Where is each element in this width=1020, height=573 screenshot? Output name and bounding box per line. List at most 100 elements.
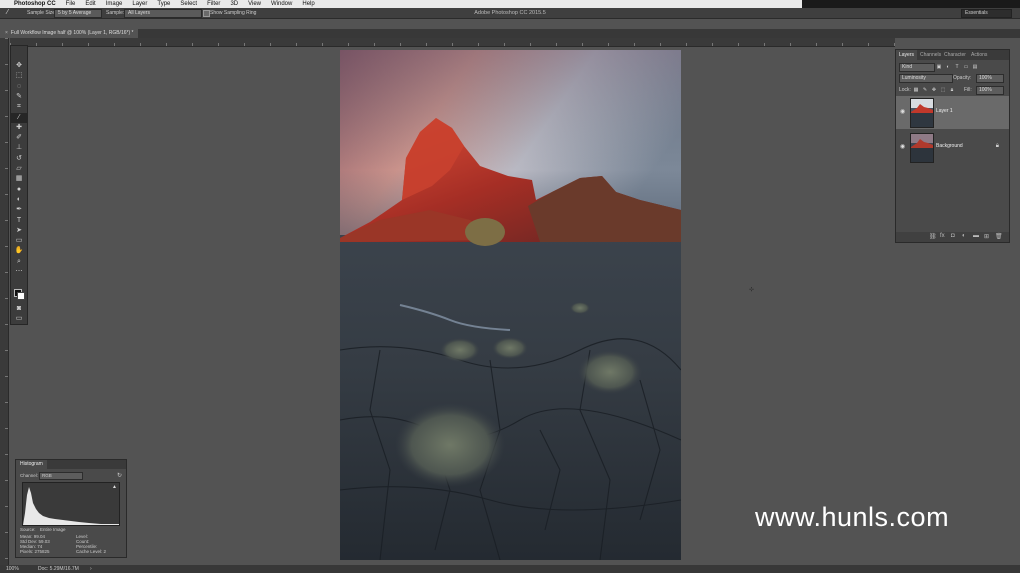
quick-mask-icon[interactable]: ◙: [11, 304, 27, 314]
menu-select[interactable]: Select: [180, 1, 197, 7]
document-tab-label: Full Workflow Image half @ 100% (Layer 1…: [10, 30, 134, 36]
sample-size-label: Sample Size:: [27, 10, 57, 16]
show-sampling-ring-checkbox[interactable]: [203, 10, 210, 17]
document-tab[interactable]: × Full Workflow Image half @ 100% (Layer …: [0, 29, 139, 38]
layer-row-layer-1[interactable]: ◉ Layer 1: [896, 96, 1009, 129]
layer-row-background[interactable]: ◉ Background 🔒︎: [896, 131, 1009, 164]
zoom-tool[interactable]: ⌕: [11, 257, 27, 267]
filter-smart-object-icon[interactable]: ▤: [972, 64, 978, 70]
menu-type[interactable]: Type: [157, 1, 170, 7]
menu-edit[interactable]: Edit: [85, 1, 95, 7]
blend-mode-select[interactable]: Luminosity: [899, 74, 953, 83]
tab-layers[interactable]: Layers: [896, 50, 918, 60]
new-layer-icon[interactable]: ⊞: [984, 233, 989, 240]
gradient-tool[interactable]: ▦: [11, 174, 27, 184]
layer-filter-kind-select[interactable]: Kind: [899, 63, 935, 72]
layer-thumbnail: [910, 98, 934, 128]
document-size[interactable]: Doc: 5.29M/16.7M: [38, 565, 79, 573]
history-brush-tool[interactable]: ↺: [11, 154, 27, 164]
close-tab-icon[interactable]: ×: [5, 29, 8, 38]
menu-view[interactable]: View: [248, 1, 261, 7]
menu-image[interactable]: Image: [106, 1, 123, 7]
channel-select[interactable]: RGB: [39, 472, 83, 480]
hand-tool[interactable]: ✋: [11, 246, 27, 256]
menu-app[interactable]: Photoshop CC: [14, 1, 56, 7]
link-layers-icon[interactable]: ⛓: [929, 233, 937, 240]
visibility-eye-icon[interactable]: ◉: [900, 143, 905, 150]
menu-window[interactable]: Window: [271, 1, 292, 7]
shape-tool[interactable]: ▭: [11, 236, 27, 246]
histogram-stats-left: Mean: 99.04 Std Dev: 59.03 Median: 74 Pi…: [20, 534, 50, 554]
lock-all-icon[interactable]: 🔒︎: [949, 87, 955, 93]
workspace-switcher[interactable]: Essentials: [961, 9, 1012, 18]
dodge-tool[interactable]: ◐: [11, 195, 27, 205]
filter-adjustment-icon[interactable]: ◐: [945, 64, 951, 70]
layer-name[interactable]: Background: [936, 143, 963, 149]
delete-layer-icon[interactable]: 🗑︎: [995, 233, 1003, 240]
layers-panel: Layers Channels Character Actions Kind ▣…: [895, 49, 1010, 243]
lasso-tool[interactable]: ◌: [11, 82, 27, 92]
histogram-tab[interactable]: Histogram: [16, 460, 47, 469]
healing-tool[interactable]: ✚: [11, 123, 27, 133]
opacity-input[interactable]: 100%: [976, 74, 1004, 83]
lock-pixels-icon[interactable]: ✎: [922, 87, 928, 93]
path-select-tool[interactable]: ➤: [11, 226, 27, 236]
filter-type-icon[interactable]: T: [954, 64, 960, 70]
filter-shape-icon[interactable]: ▭: [963, 64, 969, 70]
new-group-icon[interactable]: ▬: [973, 233, 979, 239]
document-canvas[interactable]: [340, 50, 681, 560]
menu-3d[interactable]: 3D: [230, 1, 238, 7]
eyedropper-icon[interactable]: ⁄: [7, 9, 17, 17]
sample-label: Sample:: [106, 10, 125, 16]
crop-tool[interactable]: ⌗: [11, 102, 27, 112]
eyedropper-tool[interactable]: ⁄: [11, 112, 27, 123]
sample-select[interactable]: All Layers: [124, 9, 202, 18]
source-label: Source:: [20, 527, 36, 532]
type-tool[interactable]: T: [11, 216, 27, 226]
tab-bar: [0, 29, 1020, 38]
tab-actions[interactable]: Actions: [968, 50, 990, 60]
landscape-photo: [340, 50, 681, 560]
stat-cache-level-value: 2: [103, 549, 107, 554]
visibility-eye-icon[interactable]: ◉: [900, 108, 905, 115]
eraser-tool[interactable]: ▱: [11, 164, 27, 174]
sample-size-select[interactable]: 5 by 5 Average: [54, 9, 102, 18]
background-color-swatch[interactable]: [17, 292, 25, 300]
more-tools[interactable]: ⋯: [11, 267, 27, 277]
filter-pixel-icon[interactable]: ▣: [936, 64, 942, 70]
fill-input[interactable]: 100%: [976, 86, 1004, 95]
adjustment-layer-icon[interactable]: ◐: [962, 233, 966, 239]
menu-file[interactable]: File: [66, 1, 76, 7]
screen-mode-icon[interactable]: ▭: [11, 314, 27, 324]
pen-tool[interactable]: ✒: [11, 205, 27, 215]
fill-label: Fill:: [964, 87, 972, 93]
histogram-warning-icon[interactable]: ▲: [112, 484, 117, 490]
vertical-ruler[interactable]: [0, 38, 9, 565]
stat-cache-level-label: Cache Level:: [76, 549, 103, 554]
zoom-level[interactable]: 100%: [6, 565, 19, 573]
brush-tool[interactable]: ✐: [11, 133, 27, 143]
move-tool[interactable]: ✥: [11, 61, 27, 71]
menu-filter[interactable]: Filter: [207, 1, 220, 7]
layer-name[interactable]: Layer 1: [936, 108, 953, 114]
marquee-tool[interactable]: ⬚: [11, 71, 27, 81]
lock-transparent-icon[interactable]: ▦: [913, 87, 919, 93]
tools-panel: ✥ ⬚ ◌ ✎ ⌗ ⁄ ✚ ✐ ⊥ ↺ ▱ ▦ ● ◐ ✒ T ➤ ▭ ✋ ⌕ ⋯ ◙ ▭: [10, 45, 28, 325]
source-select[interactable]: Entire Image: [40, 527, 66, 532]
layers-panel-footer: ⛓ fx ◘ ◐ ▬ ⊞ 🗑︎: [896, 232, 1009, 242]
layer-style-icon[interactable]: fx: [940, 233, 945, 239]
lock-artboard-icon[interactable]: ⬚: [940, 87, 946, 93]
tab-character[interactable]: Character: [941, 50, 969, 60]
quick-select-tool[interactable]: ✎: [11, 92, 27, 102]
menu-help[interactable]: Help: [302, 1, 314, 7]
stat-pixels-label: Pixels:: [20, 549, 34, 554]
horizontal-ruler[interactable]: [10, 38, 895, 47]
add-mask-icon[interactable]: ◘: [951, 233, 955, 239]
refresh-histogram-icon[interactable]: ↻: [117, 472, 122, 479]
blur-tool[interactable]: ●: [11, 185, 27, 195]
stamp-tool[interactable]: ⊥: [11, 143, 27, 153]
menu-layer[interactable]: Layer: [132, 1, 147, 7]
layer-lock-icon: 🔒︎: [995, 143, 999, 149]
status-arrow-icon[interactable]: ›: [90, 565, 92, 573]
lock-position-icon[interactable]: ✥: [931, 87, 937, 93]
